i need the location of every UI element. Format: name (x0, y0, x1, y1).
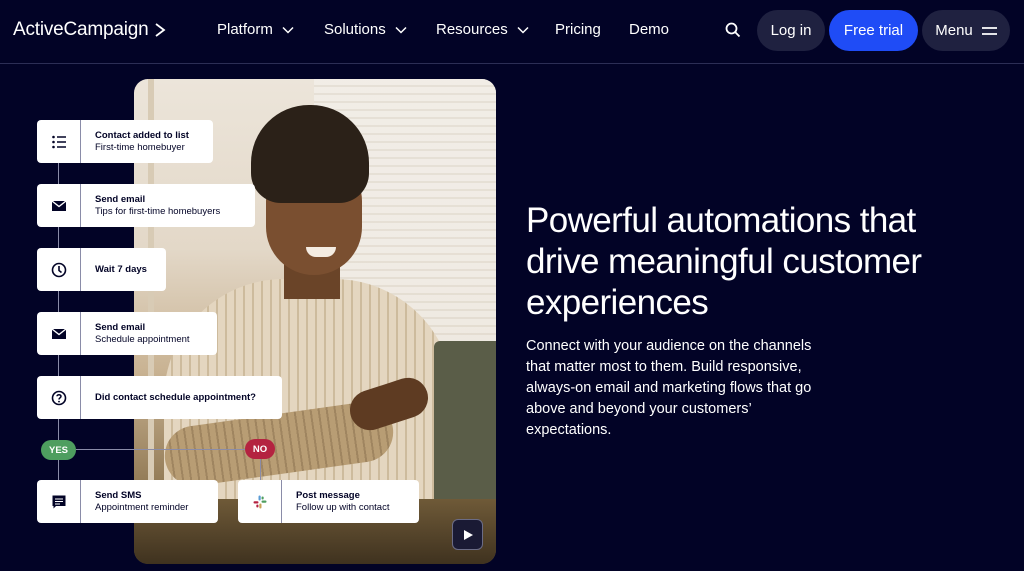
workflow-step-contact-added[interactable]: Contact added to list First-time homebuy… (37, 120, 213, 163)
play-icon (463, 529, 473, 540)
question-icon (51, 390, 66, 405)
play-video-button[interactable] (452, 519, 483, 550)
step-text: Contact added to list First-time homebuy… (81, 130, 201, 154)
step-text: Send email Tips for first-time homebuyer… (81, 194, 232, 218)
step-icon-box (238, 480, 282, 523)
step-icon-box (37, 248, 81, 291)
workflow-step-post-message[interactable]: Post message Follow up with contact (238, 480, 419, 523)
menu-label: Menu (935, 22, 973, 39)
login-label: Log in (770, 22, 812, 39)
step-subtitle: Follow up with contact (296, 501, 390, 513)
menu-button[interactable]: Menu (922, 10, 1010, 51)
step-title: Wait 7 days (95, 263, 147, 275)
logo-text: ActiveCampaign (13, 19, 149, 40)
step-title: Post message (296, 489, 360, 501)
no-badge: NO (245, 439, 275, 459)
step-icon-box (37, 120, 81, 163)
page: ActiveCampaign Platform Solutions Resour… (0, 0, 1024, 571)
nav-resources[interactable]: Resources (436, 21, 529, 38)
site-header: ActiveCampaign Platform Solutions Resour… (0, 0, 1024, 64)
hero-body: Connect with your audience on the channe… (526, 338, 812, 438)
clock-icon (51, 262, 66, 277)
step-title: Send email (95, 321, 146, 333)
nav-label: Demo (629, 21, 670, 38)
workflow-step-wait[interactable]: Wait 7 days (37, 248, 166, 291)
free-trial-button[interactable]: Free trial (829, 10, 918, 51)
workflow-step-send-sms[interactable]: Send SMS Appointment reminder (37, 480, 218, 523)
nav-label: Solutions (324, 21, 386, 38)
step-text: Send SMS Appointment reminder (81, 490, 200, 514)
step-subtitle: Appointment reminder (95, 501, 189, 513)
step-title: Send SMS (95, 489, 142, 501)
logo[interactable]: ActiveCampaign (13, 19, 166, 41)
nav-label: Resources (436, 21, 508, 38)
nav-label: Platform (217, 21, 273, 38)
yes-badge: YES (41, 440, 76, 460)
step-icon-box (37, 480, 81, 523)
step-icon-box (37, 376, 81, 419)
step-text: Did contact schedule appointment? (81, 392, 268, 404)
envelope-icon (51, 199, 66, 211)
nav-pricing[interactable]: Pricing (555, 21, 601, 38)
chevron-down-icon (517, 26, 529, 34)
free-trial-label: Free trial (843, 22, 904, 39)
chevron-down-icon (282, 26, 294, 34)
step-icon-box (37, 184, 81, 227)
step-title: Contact added to list (95, 129, 189, 141)
photo-laptop (434, 341, 496, 511)
login-button[interactable]: Log in (757, 10, 825, 51)
hamburger-icon (981, 26, 997, 35)
step-text: Post message Follow up with contact (282, 490, 401, 514)
nav-label: Pricing (555, 21, 601, 38)
hero-title: Powerful automations that drive meaningf… (526, 201, 922, 322)
step-icon-box (37, 312, 81, 355)
slack-icon (253, 495, 266, 508)
chevron-down-icon (395, 26, 407, 34)
nav-solutions[interactable]: Solutions (324, 21, 407, 38)
nav-platform[interactable]: Platform (217, 21, 294, 38)
step-subtitle: First-time homebuyer (95, 141, 185, 153)
step-text: Wait 7 days (81, 264, 159, 276)
list-icon (51, 135, 66, 148)
workflow-step-send-email-schedule[interactable]: Send email Schedule appointment (37, 312, 217, 355)
flow-connector (260, 459, 261, 480)
workflow-step-condition[interactable]: Did contact schedule appointment? (37, 376, 282, 419)
step-text: Send email Schedule appointment (81, 322, 202, 346)
step-subtitle: Tips for first-time homebuyers (95, 205, 221, 217)
nav-demo[interactable]: Demo (629, 21, 669, 38)
step-title: Send email (95, 193, 146, 205)
workflow-step-send-email-tips[interactable]: Send email Tips for first-time homebuyer… (37, 184, 255, 227)
search-icon[interactable] (724, 21, 742, 39)
step-subtitle: Schedule appointment (95, 333, 190, 345)
sms-icon (52, 495, 65, 508)
envelope-icon (51, 327, 66, 339)
branch-connector (76, 449, 246, 450)
logo-chevron-icon (155, 23, 166, 37)
step-title: Did contact schedule appointment? (95, 391, 256, 403)
